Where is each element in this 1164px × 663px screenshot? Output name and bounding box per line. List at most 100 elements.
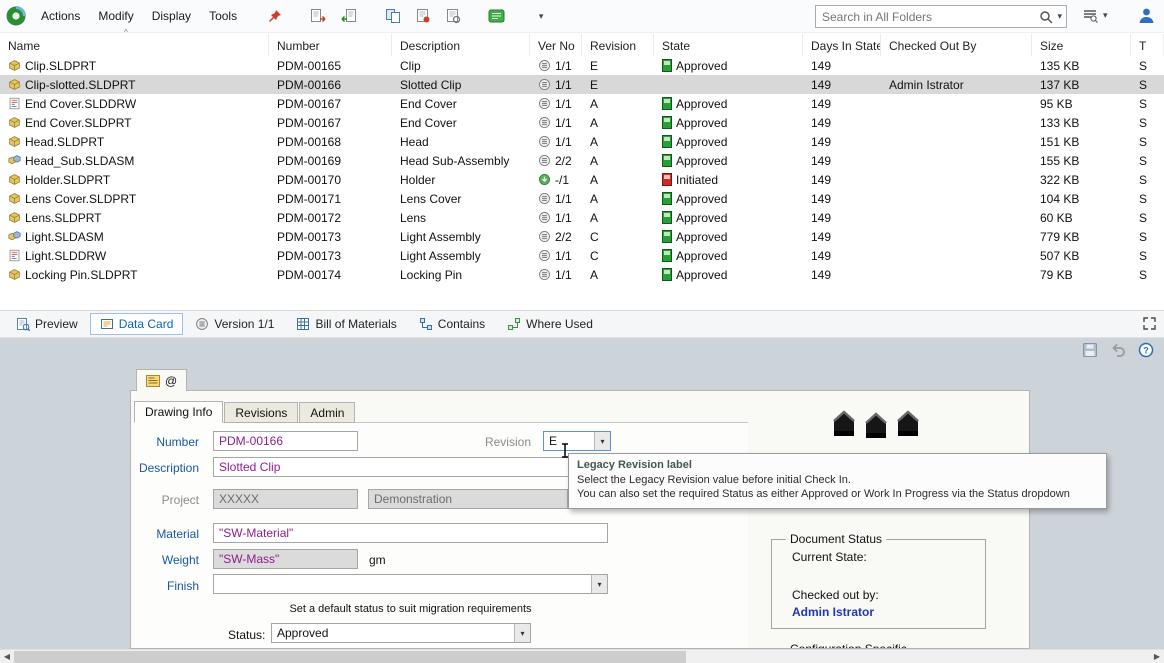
column-header-number[interactable]: Number	[269, 34, 392, 56]
cell-checked-out-by	[881, 151, 1032, 170]
cell-name: Holder.SLDPRT	[0, 170, 269, 189]
version-history-icon	[538, 97, 551, 110]
undo-icon[interactable]	[1110, 342, 1126, 358]
project-name-field: Demonstration	[368, 489, 568, 509]
save-icon[interactable]	[1082, 342, 1098, 358]
table-row[interactable]: Clip.SLDPRTPDM-00165Clip1/1EApproved1491…	[0, 56, 1164, 75]
status-dropdown[interactable]: Approved ▾	[271, 623, 531, 643]
search-input[interactable]	[816, 10, 1035, 24]
tab-preview[interactable]: Preview	[6, 313, 88, 335]
menu-tools[interactable]: Tools	[200, 7, 246, 25]
table-row[interactable]: Head_Sub.SLDASMPDM-00169Head Sub-Assembl…	[0, 151, 1164, 170]
drawing-file-icon	[8, 249, 21, 262]
user-icon[interactable]	[1137, 6, 1156, 25]
cell-ver-no: 1/1	[530, 208, 582, 227]
cell-type: S	[1131, 132, 1164, 151]
get-latest-icon[interactable]	[380, 3, 406, 29]
table-row[interactable]: Holder.SLDPRTPDM-00170Holder-/1AInitiate…	[0, 170, 1164, 189]
contains-tab-icon	[419, 317, 433, 331]
cell-revision: C	[582, 246, 654, 265]
history-icon[interactable]	[440, 3, 466, 29]
part-file-icon	[8, 116, 21, 129]
cell-size: 155 KB	[1032, 151, 1131, 170]
column-header-t[interactable]: T	[1131, 34, 1164, 56]
cell-ver-no: 1/1	[530, 75, 582, 94]
column-header-revision[interactable]: Revision	[582, 34, 654, 56]
cell-state: Approved	[654, 56, 803, 75]
column-header-ver-no[interactable]: Ver No	[530, 34, 582, 56]
project-label: Project	[131, 493, 207, 507]
get-version-icon[interactable]	[410, 3, 436, 29]
table-row[interactable]: Clip-slotted.SLDPRTPDM-00166Slotted Clip…	[0, 75, 1164, 94]
state-approved-icon	[662, 116, 672, 129]
help-icon[interactable]: ?	[1138, 342, 1154, 358]
card-tab[interactable]: @	[136, 369, 187, 391]
cell-revision: A	[582, 113, 654, 132]
cell-size: 137 KB	[1032, 75, 1131, 94]
revision-dropdown[interactable]: E ▾	[543, 431, 611, 451]
check-out-icon[interactable]	[306, 3, 332, 29]
table-row[interactable]: End Cover.SLDDRWPDM-00167End Cover1/1AAp…	[0, 94, 1164, 113]
column-header-name[interactable]: Name	[0, 34, 269, 56]
cell-days-in-state: 149	[803, 113, 881, 132]
cell-days-in-state: 149	[803, 208, 881, 227]
column-header-description[interactable]: Description	[392, 34, 530, 56]
table-row[interactable]: Locking Pin.SLDPRTPDM-00174Locking Pin1/…	[0, 265, 1164, 284]
column-header-state[interactable]: State	[654, 34, 803, 56]
menu-display[interactable]: Display	[143, 7, 200, 25]
assembly-file-icon	[8, 230, 21, 243]
tab-contains[interactable]: Contains	[409, 313, 495, 335]
column-header-size[interactable]: Size	[1032, 34, 1131, 56]
display-caret-icon[interactable]: ▾	[528, 3, 554, 29]
cell-size: 322 KB	[1032, 170, 1131, 189]
table-row[interactable]: End Cover.SLDPRTPDM-00167End Cover1/1AAp…	[0, 113, 1164, 132]
table-row[interactable]: Lens.SLDPRTPDM-00172Lens1/1AApproved1496…	[0, 208, 1164, 227]
cell-ver-no: 1/1	[530, 113, 582, 132]
cell-description: Light Assembly	[392, 227, 530, 246]
check-in-icon[interactable]	[336, 3, 362, 29]
clip-render	[861, 409, 891, 443]
table-row[interactable]: Head.SLDPRTPDM-00168Head1/1AApproved1491…	[0, 132, 1164, 151]
state-initiated-icon	[662, 173, 672, 186]
cell-number: PDM-00167	[269, 113, 392, 132]
description-input[interactable]: Slotted Clip	[213, 457, 613, 477]
card-tab-admin[interactable]: Admin	[299, 402, 355, 423]
menu-actions[interactable]: Actions	[32, 7, 89, 25]
table-row[interactable]: Lens Cover.SLDPRTPDM-00171Lens Cover1/1A…	[0, 189, 1164, 208]
column-header-days-in-state[interactable]: Days In State	[803, 34, 881, 56]
search-results-button[interactable]: ▾	[1082, 8, 1108, 23]
tab-data-card[interactable]: Data Card	[90, 313, 184, 335]
preview-pane-icon[interactable]	[484, 3, 510, 29]
card-tab-label: @	[165, 374, 177, 388]
card-tab-revisions[interactable]: Revisions	[224, 402, 298, 423]
cell-days-in-state: 149	[803, 132, 881, 151]
cell-revision: A	[582, 94, 654, 113]
horizontal-scrollbar[interactable]: ◀ ▶	[0, 649, 1164, 663]
cell-revision: A	[582, 208, 654, 227]
expand-panel-icon[interactable]	[1142, 316, 1157, 331]
table-row[interactable]: Light.SLDASMPDM-00173Light Assembly2/2CA…	[0, 227, 1164, 246]
version-history-icon	[538, 211, 551, 224]
tab-where-used[interactable]: Where Used	[497, 313, 603, 335]
pin-icon[interactable]	[262, 3, 288, 29]
cell-description: End Cover	[392, 113, 530, 132]
tab-version-1-1[interactable]: Version 1/1	[185, 313, 284, 335]
material-input[interactable]: "SW-Material"	[213, 523, 608, 543]
finish-dropdown[interactable]: ▾	[213, 574, 608, 594]
tab-bill-of-materials[interactable]: Bill of Materials	[286, 313, 406, 335]
cell-ver-no: 1/1	[530, 94, 582, 113]
cell-type: S	[1131, 56, 1164, 75]
state-approved-icon	[662, 192, 672, 205]
column-header-checked-out-by[interactable]: Checked Out By	[881, 34, 1032, 56]
cell-number: PDM-00168	[269, 132, 392, 151]
number-input[interactable]: PDM-00166	[213, 431, 358, 451]
state-approved-icon	[662, 268, 672, 281]
scroll-left-icon[interactable]: ◀	[0, 650, 14, 663]
table-row[interactable]: Light.SLDDRWPDM-00173Light Assembly1/1CA…	[0, 246, 1164, 265]
menu-modify[interactable]: Modify	[89, 7, 142, 25]
search-icon[interactable]	[1039, 10, 1053, 24]
card-tab-drawing-info[interactable]: Drawing Info	[134, 401, 223, 423]
scroll-right-icon[interactable]: ▶	[1150, 650, 1164, 663]
search-scope-caret-icon[interactable]: ▾	[1057, 12, 1062, 21]
scrollbar-thumb[interactable]	[14, 651, 686, 663]
